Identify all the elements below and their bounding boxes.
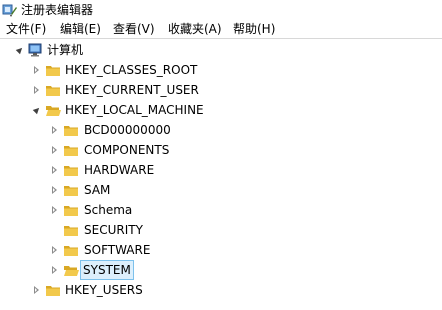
tree-node-system[interactable]: SYSTEM	[0, 260, 240, 280]
menu-view[interactable]: 查看(V)	[113, 21, 155, 37]
tree-label-security: SECURITY	[84, 223, 143, 237]
tree-label-sam: SAM	[84, 183, 111, 197]
expand-arrow-icon[interactable]	[52, 266, 57, 274]
tree-node-computer[interactable]: 计算机	[0, 40, 200, 60]
tree-label-components: COMPONENTS	[84, 143, 170, 157]
tree-node-hardware[interactable]: HARDWARE	[0, 160, 240, 180]
menu-bar: 文件(F) 编辑(E) 查看(V) 收藏夹(A) 帮助(H)	[0, 20, 442, 39]
collapse-arrow-icon[interactable]	[15, 45, 25, 55]
tree-node-hkcu[interactable]: HKEY_CURRENT_USER	[0, 80, 240, 100]
tree-node-security[interactable]: SECURITY	[0, 220, 240, 240]
folder-icon	[46, 286, 60, 296]
tree-label-software: SOFTWARE	[84, 243, 151, 257]
tree-label-hku: HKEY_USERS	[65, 283, 143, 297]
registry-tree: 计算机 HKEY_CLASSES_ROOT HKEY_CURRENT_USER	[0, 39, 442, 310]
tree-label-hkcr: HKEY_CLASSES_ROOT	[65, 63, 198, 77]
expand-arrow-icon[interactable]	[52, 126, 57, 134]
folder-icon	[64, 166, 78, 176]
folder-icon	[64, 186, 78, 196]
collapse-arrow-icon[interactable]	[32, 105, 42, 115]
menu-edit[interactable]: 编辑(E)	[60, 21, 101, 37]
folder-icon	[64, 126, 78, 136]
folder-icon	[46, 66, 60, 76]
computer-icon	[28, 43, 42, 57]
tree-label-bcd: BCD00000000	[84, 123, 171, 137]
folder-open-icon	[64, 266, 79, 276]
expand-arrow-icon[interactable]	[34, 86, 39, 94]
folder-icon	[64, 246, 78, 256]
tree-label-hklm: HKEY_LOCAL_MACHINE	[65, 103, 204, 117]
folder-icon	[64, 226, 78, 236]
window-title: 注册表编辑器	[21, 3, 94, 17]
folder-icon	[64, 206, 78, 216]
registry-editor-icon	[2, 4, 17, 17]
expand-arrow-icon[interactable]	[52, 166, 57, 174]
tree-node-sam[interactable]: SAM	[0, 180, 240, 200]
tree-label-computer: 计算机	[47, 43, 84, 57]
tree-node-schema[interactable]: Schema	[0, 200, 240, 220]
menu-help[interactable]: 帮助(H)	[233, 21, 275, 37]
tree-label-hardware: HARDWARE	[84, 163, 155, 177]
title-bar: 注册表编辑器	[0, 0, 442, 20]
folder-open-icon	[46, 106, 61, 116]
expand-arrow-icon[interactable]	[34, 286, 39, 294]
tree-label-hkcu: HKEY_CURRENT_USER	[65, 83, 199, 97]
expand-arrow-icon[interactable]	[52, 186, 57, 194]
expand-arrow-icon[interactable]	[52, 246, 57, 254]
tree-node-hku[interactable]: HKEY_USERS	[0, 280, 240, 300]
tree-node-components[interactable]: COMPONENTS	[0, 140, 240, 160]
menu-favorites[interactable]: 收藏夹(A)	[168, 21, 222, 37]
folder-icon	[64, 146, 78, 156]
tree-node-hkcr[interactable]: HKEY_CLASSES_ROOT	[0, 60, 240, 80]
tree-label-schema: Schema	[84, 203, 133, 217]
folder-icon	[46, 86, 60, 96]
tree-node-hklm[interactable]: HKEY_LOCAL_MACHINE	[0, 100, 240, 120]
tree-node-bcd[interactable]: BCD00000000	[0, 120, 240, 140]
expand-arrow-icon[interactable]	[34, 66, 39, 74]
expand-arrow-icon[interactable]	[52, 206, 57, 214]
registry-editor-window: 注册表编辑器 文件(F) 编辑(E) 查看(V) 收藏夹(A) 帮助(H) 计算…	[0, 0, 442, 310]
expand-arrow-icon[interactable]	[52, 146, 57, 154]
tree-node-software[interactable]: SOFTWARE	[0, 240, 240, 260]
tree-label-system: SYSTEM	[80, 260, 134, 280]
menu-file[interactable]: 文件(F)	[6, 21, 46, 37]
